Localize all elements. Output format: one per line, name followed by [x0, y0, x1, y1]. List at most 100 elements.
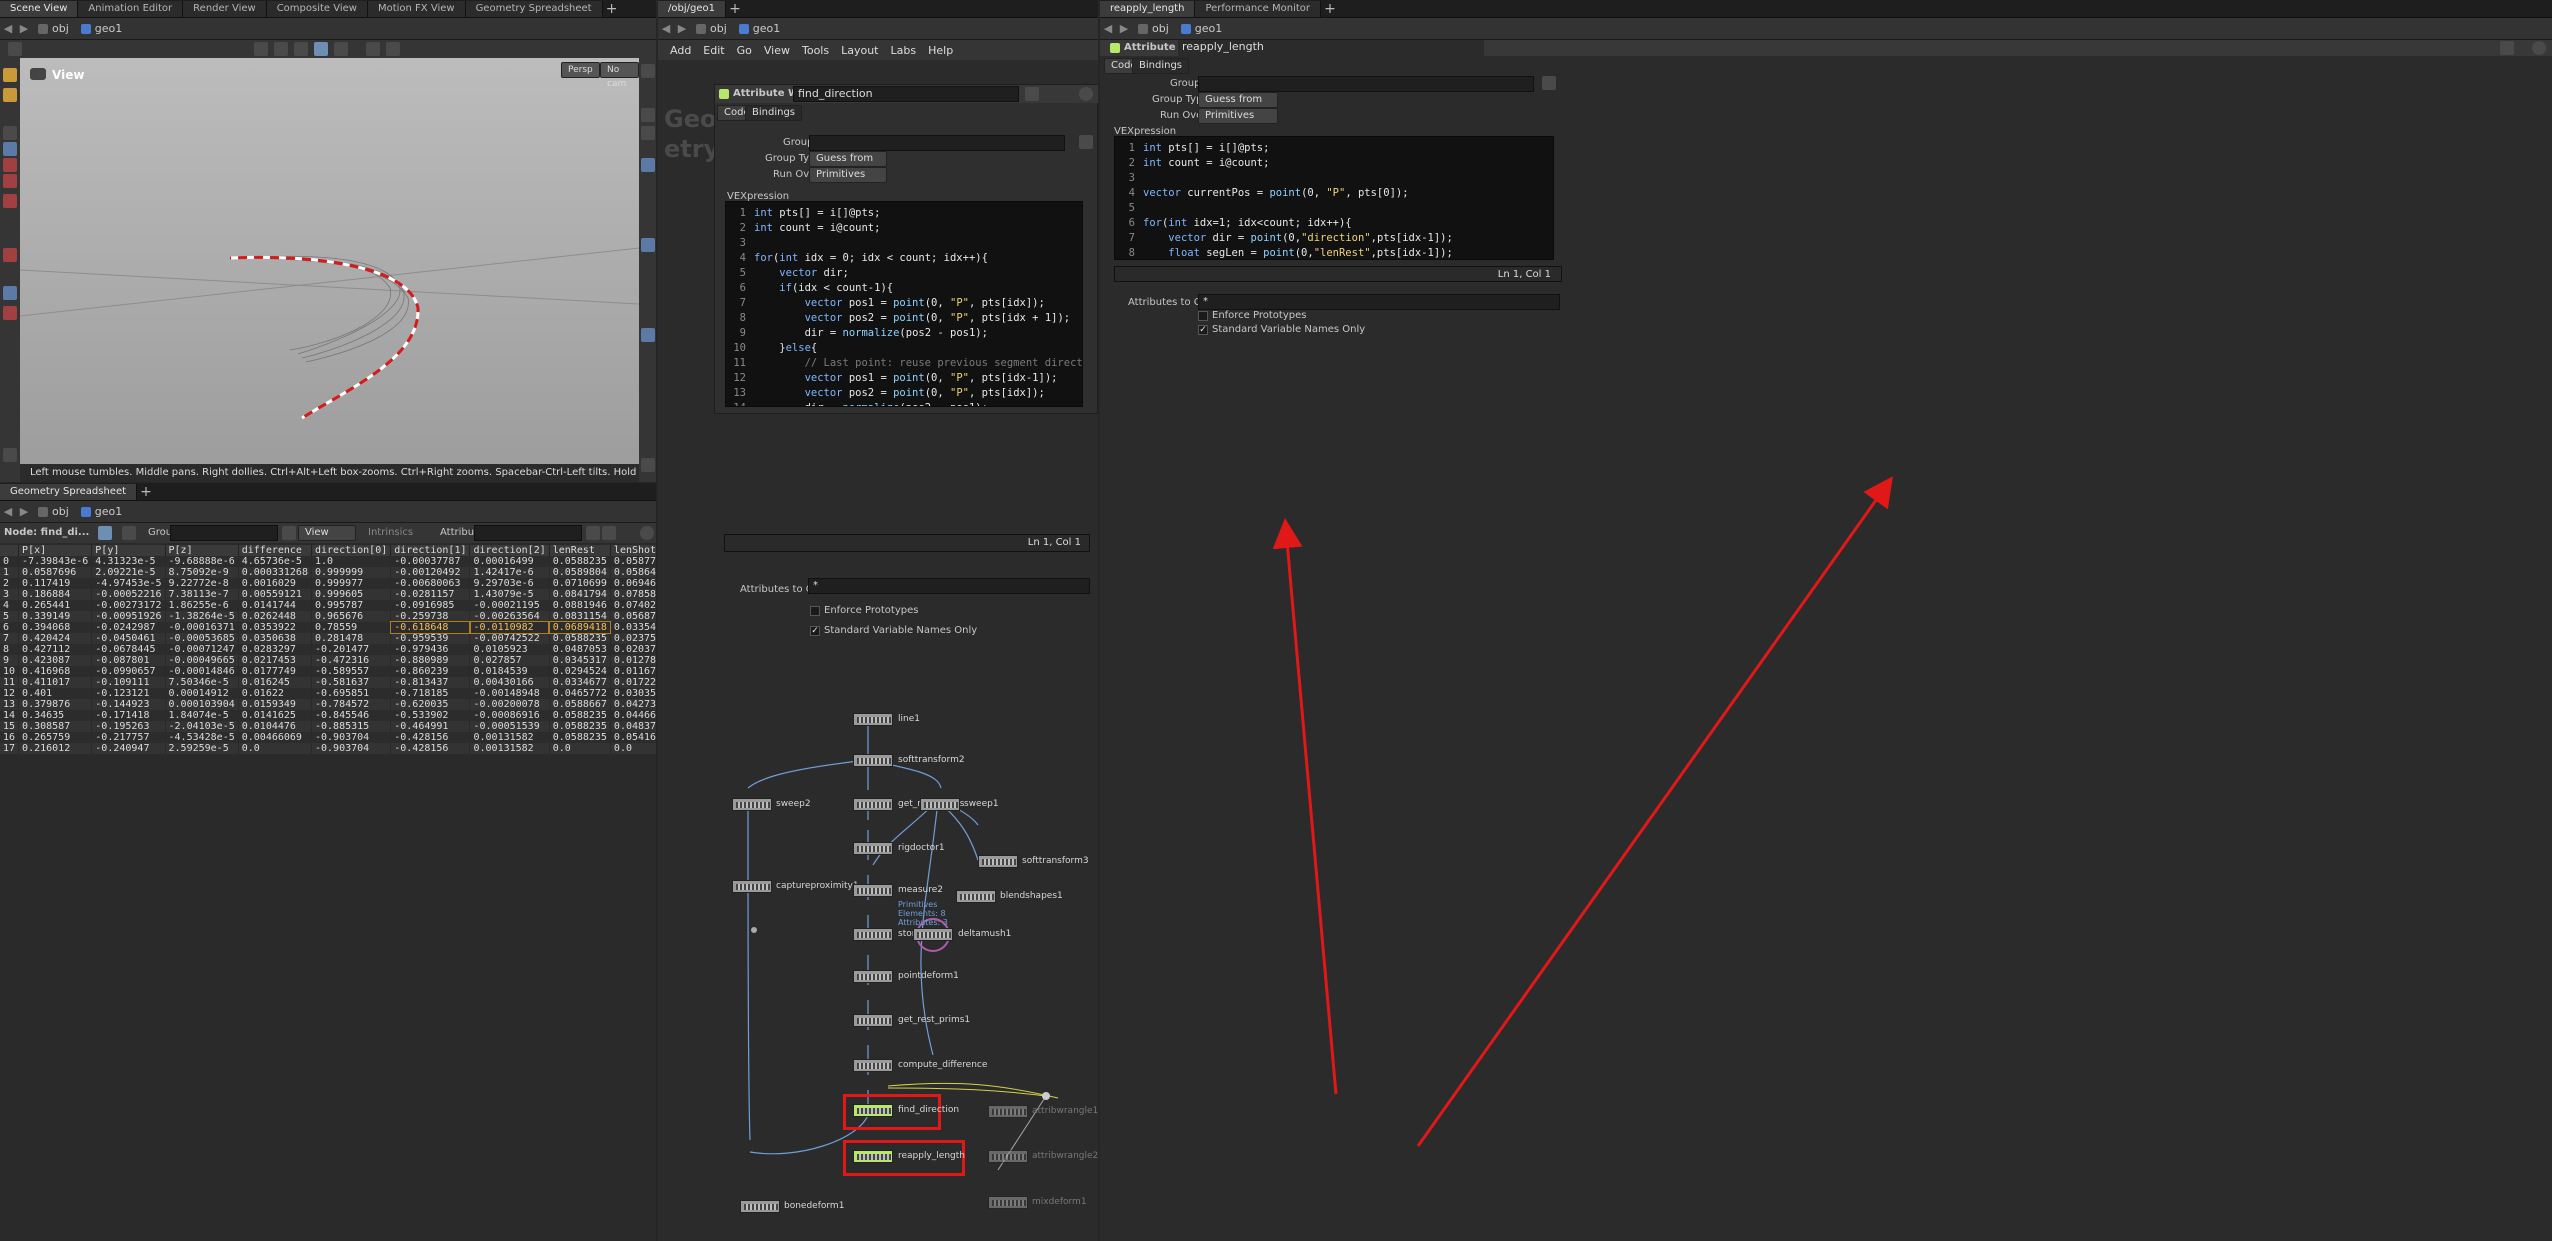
- group-type-dropdown[interactable]: Guess from Group: [809, 151, 887, 178]
- breadcrumb-geo1[interactable]: geo1: [75, 22, 128, 35]
- node-attribwrangle2[interactable]: [988, 1150, 1028, 1163]
- back-icon[interactable]: ◀: [658, 22, 674, 35]
- enforce-prototypes-checkbox[interactable]: [810, 606, 820, 616]
- tab-geometry-spreadsheet[interactable]: Geometry Spreadsheet: [465, 1, 603, 17]
- display-icon[interactable]: [334, 42, 348, 56]
- display-opt-icon[interactable]: [641, 64, 655, 78]
- handle-icon[interactable]: [3, 126, 17, 140]
- lock-view-icon[interactable]: [641, 108, 655, 122]
- record-icon[interactable]: [3, 306, 17, 320]
- help-icon[interactable]: [640, 526, 654, 540]
- tab-geometry-spreadsheet-2[interactable]: Geometry Spreadsheet: [0, 484, 138, 500]
- menu-view[interactable]: View: [764, 44, 790, 57]
- attributes-field[interactable]: [474, 525, 582, 541]
- back-icon[interactable]: ◀: [0, 505, 16, 518]
- rotate-tool-icon[interactable]: [294, 42, 308, 56]
- node-blendshapes1[interactable]: [956, 890, 996, 903]
- light-icon[interactable]: [366, 42, 380, 56]
- help-icon[interactable]: [1079, 87, 1093, 101]
- tab-performance-monitor[interactable]: Performance Monitor: [1195, 1, 1322, 17]
- forward-icon[interactable]: ▶: [16, 22, 32, 35]
- select-icon[interactable]: [3, 68, 17, 82]
- gear-icon[interactable]: [2500, 41, 2514, 55]
- table-row[interactable]: 8 0.427112 -0.0678445 -0.00071247 0.0283297-…: [0, 644, 656, 655]
- node-find-direction[interactable]: [853, 1104, 893, 1117]
- move-tool-icon[interactable]: [274, 42, 288, 56]
- node-pointdeform1[interactable]: [853, 970, 893, 983]
- breadcrumb-geo1[interactable]: geo1: [1175, 22, 1228, 35]
- gear-icon[interactable]: [1025, 87, 1039, 101]
- bottom-tool-icon[interactable]: [3, 448, 17, 462]
- layout-grid-icon[interactable]: [8, 42, 22, 56]
- forward-icon[interactable]: ▶: [16, 505, 32, 518]
- tab-bindings[interactable]: Bindings: [745, 105, 802, 121]
- select-mode-icon[interactable]: [254, 42, 268, 56]
- column-header[interactable]: direction[1]: [390, 545, 471, 556]
- viewport[interactable]: View Persp No cam: [20, 58, 639, 482]
- node-softtransform2[interactable]: [853, 754, 893, 767]
- column-header[interactable]: P[x]: [18, 545, 93, 556]
- group-field[interactable]: [1198, 76, 1534, 92]
- menu-go[interactable]: Go: [737, 44, 752, 57]
- table-row[interactable]: 17 0.216012 -0.240947 2.59259e-5 0.0 -0.90370…: [0, 743, 656, 754]
- node-attribwrangle1[interactable]: [988, 1105, 1028, 1118]
- column-header[interactable]: P[z]: [165, 545, 239, 556]
- menu-labs[interactable]: Labs: [891, 44, 917, 57]
- node-rigdoctor1[interactable]: [853, 842, 893, 855]
- column-header[interactable]: [0, 545, 20, 556]
- column-header[interactable]: direction[0]: [311, 545, 392, 556]
- forward-icon[interactable]: ▶: [674, 22, 690, 35]
- add-tab-icon[interactable]: +: [726, 1, 744, 17]
- shading-icon[interactable]: [641, 158, 655, 172]
- table-row[interactable]: 11 0.411017 -0.109111 7.50346e-5 0.016245 -0.…: [0, 677, 656, 688]
- vex-code-editor[interactable]: 1 int pts[] = i[]@pts; 2 int count = i@coun…: [725, 201, 1083, 407]
- table-row[interactable]: 15 0.308587 -0.195263 -2.04103e-5 0.0104476-…: [0, 721, 656, 732]
- pin-icon[interactable]: [641, 126, 655, 140]
- tab-render-view[interactable]: Render View: [183, 1, 267, 17]
- column-header[interactable]: direction[2]: [469, 545, 550, 556]
- tab-reapply-length[interactable]: reapply_length: [1100, 1, 1196, 17]
- table-row[interactable]: 14 0.34635 -0.171418 1.84074e-5 0.0141625 -0.…: [0, 710, 656, 721]
- menu-edit[interactable]: Edit: [703, 44, 724, 57]
- pin-icon[interactable]: [602, 526, 616, 540]
- standard-names-checkbox[interactable]: ✓: [1198, 325, 1208, 335]
- table-row[interactable]: 5 0.339149 -0.00951926 -1.38264e-5 0.0262448…: [0, 611, 656, 622]
- menu-layout[interactable]: Layout: [841, 44, 878, 57]
- visibility-icon[interactable]: [641, 328, 655, 342]
- add-tab-icon[interactable]: +: [137, 484, 155, 500]
- pose-icon[interactable]: [3, 88, 17, 102]
- snap-icon[interactable]: [314, 42, 328, 56]
- menu-add[interactable]: Add: [670, 44, 691, 57]
- node-compute-difference[interactable]: [853, 1059, 893, 1072]
- menu-help[interactable]: Help: [928, 44, 953, 57]
- view-icon[interactable]: [3, 286, 17, 300]
- menu-tools[interactable]: Tools: [802, 44, 829, 57]
- view-dropdown[interactable]: View: [298, 525, 356, 541]
- vex-code-editor[interactable]: 1 int pts[] = i[]@pts; 2 int count = i@coun…: [1114, 136, 1554, 260]
- breadcrumb-obj[interactable]: obj: [32, 22, 75, 35]
- breadcrumb-obj[interactable]: obj: [32, 505, 75, 518]
- node-deltamush1[interactable]: [913, 928, 953, 941]
- column-header[interactable]: lenShot: [610, 545, 656, 556]
- arrow-select-icon[interactable]: [1079, 135, 1093, 149]
- tab-bindings[interactable]: Bindings: [1132, 58, 1189, 74]
- ghost-icon[interactable]: [641, 238, 655, 252]
- tool-red2-icon[interactable]: [3, 174, 17, 188]
- node-bonedeform1[interactable]: [740, 1200, 780, 1213]
- tab-composite-view[interactable]: Composite View: [266, 1, 368, 17]
- tab-scene-view[interactable]: Scene View: [0, 1, 79, 17]
- table-row[interactable]: 10 0.416968 -0.0990657 -0.00014846 0.0177749…: [0, 666, 656, 677]
- node-reapply-length[interactable]: [853, 1150, 893, 1163]
- camera-icon[interactable]: [386, 42, 400, 56]
- breadcrumb-obj[interactable]: obj: [690, 22, 733, 35]
- filter-icon-2[interactable]: [586, 526, 600, 540]
- lock-icon[interactable]: [3, 142, 17, 156]
- enforce-prototypes-checkbox[interactable]: [1198, 311, 1208, 321]
- add-tab-icon[interactable]: +: [603, 1, 621, 17]
- column-header[interactable]: P[y]: [91, 545, 166, 556]
- node-get-rest-prims[interactable]: [853, 798, 893, 811]
- add-tab-icon[interactable]: +: [1321, 1, 1339, 17]
- points-mode-icon[interactable]: [98, 526, 112, 540]
- back-icon[interactable]: ◀: [0, 22, 16, 35]
- node-measure2[interactable]: [853, 884, 893, 897]
